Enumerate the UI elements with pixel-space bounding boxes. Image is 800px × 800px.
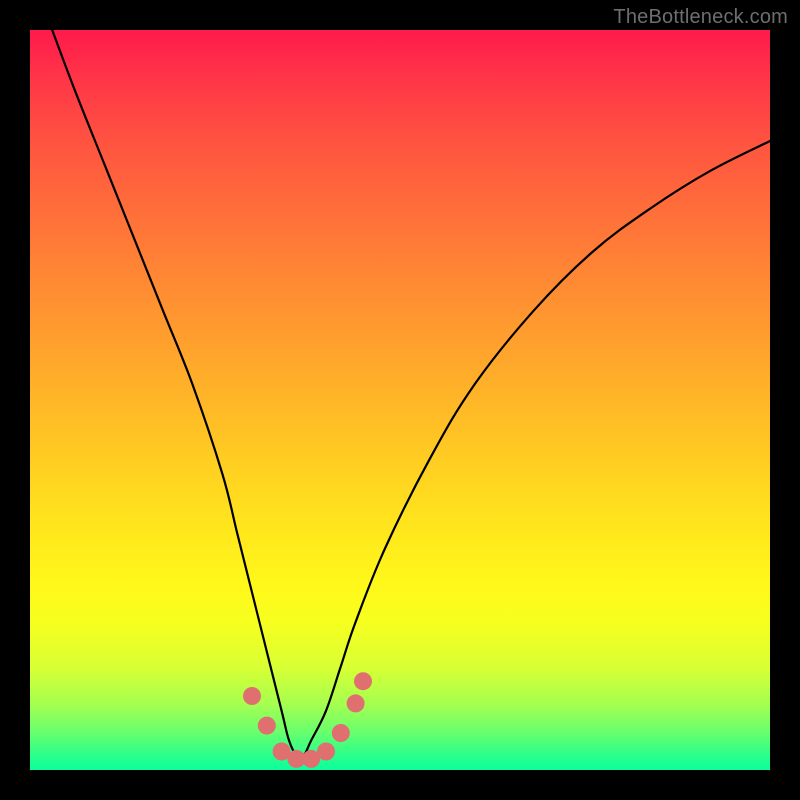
marker-dot <box>354 672 372 690</box>
marker-dot <box>258 717 276 735</box>
bottleneck-chart <box>30 30 770 770</box>
watermark-text: TheBottleneck.com <box>613 6 788 29</box>
marker-dot <box>243 687 261 705</box>
curve-line <box>52 30 770 757</box>
plot-area <box>30 30 770 770</box>
chart-stage: TheBottleneck.com <box>0 0 800 800</box>
marker-dot <box>347 694 365 712</box>
highlight-markers <box>243 672 372 768</box>
marker-dot <box>317 743 335 761</box>
marker-dot <box>332 724 350 742</box>
